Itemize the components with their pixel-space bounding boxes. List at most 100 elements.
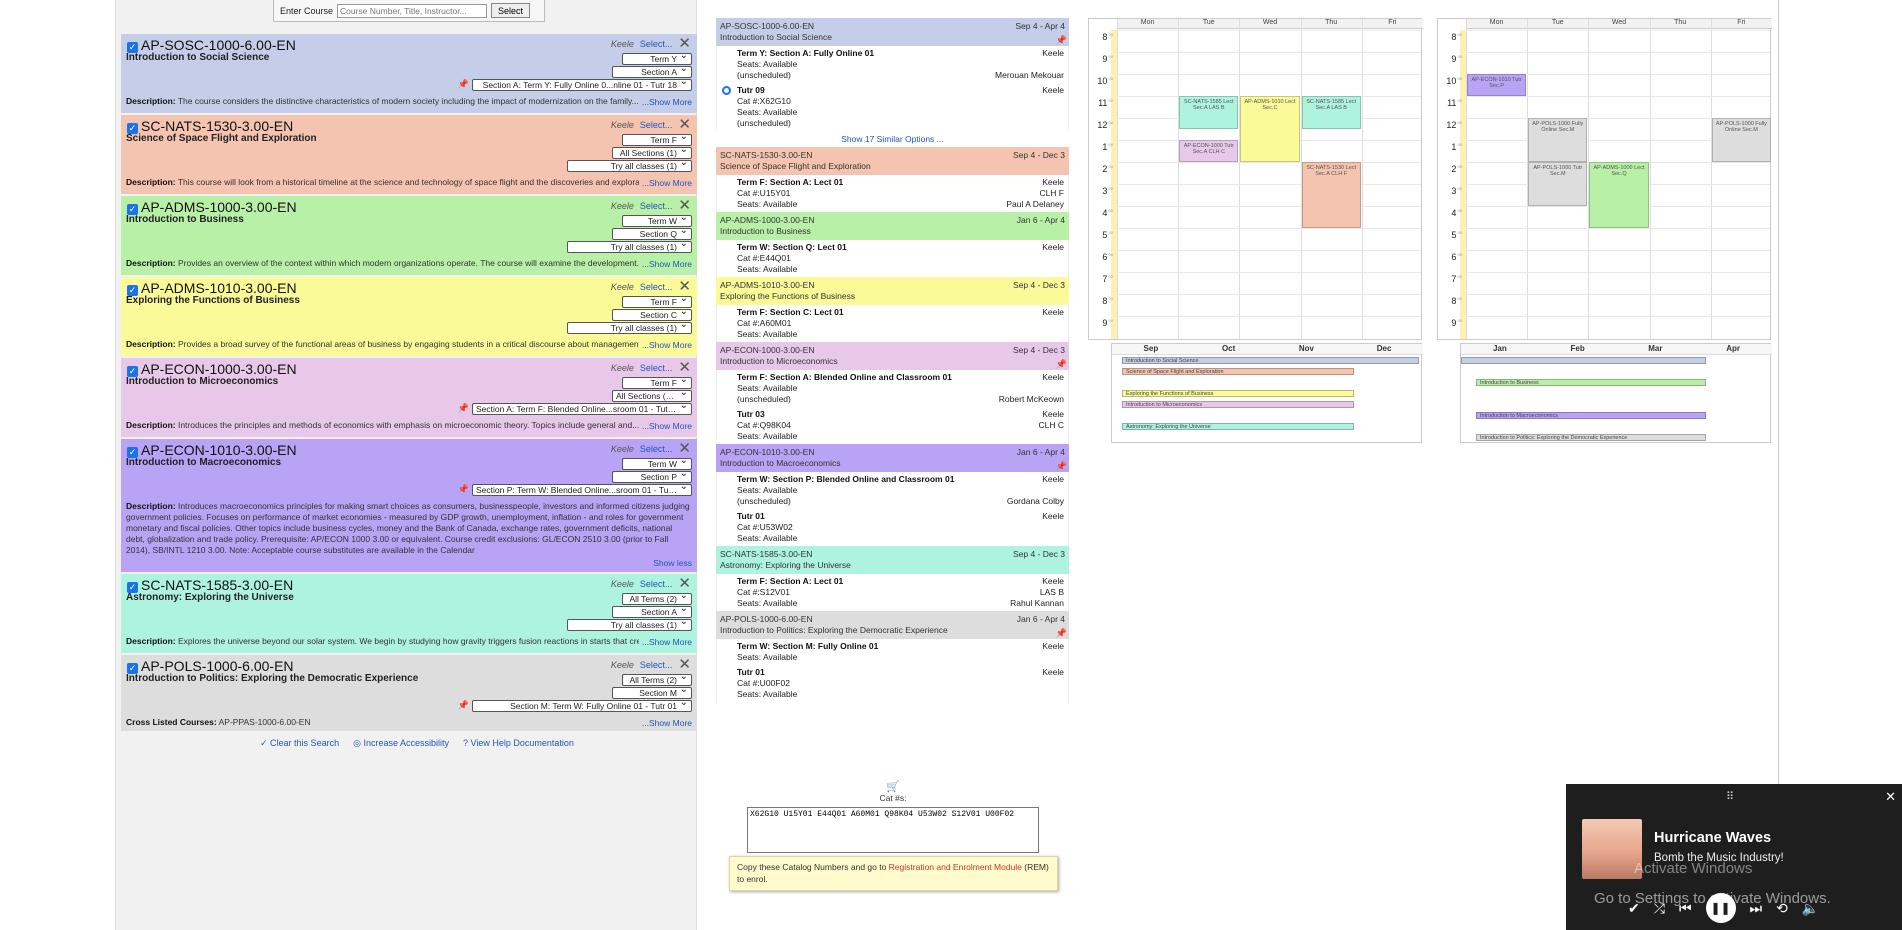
calendar-event[interactable]: AP-POLS-1000 Tutr Sec.M xyxy=(1528,162,1588,206)
remove-course-icon[interactable]: ✕ xyxy=(678,657,691,672)
location-text: Keele xyxy=(1042,85,1064,95)
section-name: Tutr 09 xyxy=(737,85,765,95)
close-icon[interactable]: ✕ xyxy=(1885,789,1896,805)
class-select[interactable]: Section A: Term F: Blended Online...sroo… xyxy=(472,403,692,415)
show-more-link[interactable]: ...Show More xyxy=(638,718,692,728)
section-location: Keele xyxy=(1042,242,1064,275)
show-more-link[interactable]: ...Show More xyxy=(638,97,692,107)
month-header: Nov xyxy=(1267,344,1346,355)
hour-label: 9 00 xyxy=(1102,54,1113,64)
show-similar-options[interactable]: Show 17 Similar Options ... xyxy=(716,131,1069,147)
course-card: ✓ AP-ADMS-1010-3.00-EN Exploring the Funct… xyxy=(121,277,697,356)
calendar-event[interactable]: AP-POLS-1000 Fully Online Sec.M xyxy=(1711,118,1771,162)
help-link[interactable]: ? View Help Documentation xyxy=(463,738,574,749)
course-checkbox[interactable]: ✓ xyxy=(127,447,138,458)
section-radio[interactable] xyxy=(722,86,731,95)
location-text: CLH C xyxy=(1038,420,1064,430)
section-select[interactable]: Section A xyxy=(612,66,692,78)
select-link[interactable]: Select... xyxy=(640,201,673,211)
select-link[interactable]: Select... xyxy=(640,363,673,373)
show-more-link[interactable]: ...Show More xyxy=(638,637,692,647)
section-select[interactable]: Section Q xyxy=(612,228,692,240)
calendar-event[interactable]: AP-ADMS-1000 Lect Sec.Q xyxy=(1589,162,1649,228)
hour-line xyxy=(1466,272,1770,273)
course-card: ✓ AP-ECON-1000-3.00-EN Introduction to Mic… xyxy=(121,358,697,437)
class-select[interactable]: Section P: Term W: Blended Online...sroo… xyxy=(472,484,692,496)
course-search-input[interactable] xyxy=(337,3,488,18)
term-select[interactable]: Term F xyxy=(622,134,692,146)
course-checkbox[interactable]: ✓ xyxy=(127,285,138,296)
class-select[interactable]: Try all classes (1) xyxy=(567,322,692,334)
term-select[interactable]: Term F xyxy=(622,296,692,308)
rem-link[interactable]: Registration and Enrolment Module xyxy=(889,862,1022,872)
campus-label: Keele xyxy=(610,362,634,373)
hour-line xyxy=(1117,316,1421,317)
select-link[interactable]: Select... xyxy=(640,660,673,670)
day-divider xyxy=(1710,19,1712,339)
select-link[interactable]: Select... xyxy=(640,120,673,130)
calendar-event[interactable]: SC-NATS-1585 Lect Sec.A LAS B xyxy=(1301,96,1361,129)
clear-search-link[interactable]: ✓ Clear this Search xyxy=(260,738,339,749)
class-select[interactable]: Section A: Term Y: Fully Online 0...nlin… xyxy=(472,79,692,91)
schedule-section-row: Tutr 09 Cat #:X62G10 Seats: Available (unsc… xyxy=(716,83,1069,131)
class-select[interactable]: Try all classes (1) xyxy=(567,619,692,631)
section-select[interactable]: Section P xyxy=(612,471,692,483)
class-select[interactable]: Section M: Term W: Fully Online 01 - Tut… xyxy=(472,700,692,712)
term-select[interactable]: Term W xyxy=(622,215,692,227)
select-link[interactable]: Select... xyxy=(640,282,673,292)
remove-course-icon[interactable]: ✕ xyxy=(678,117,691,132)
course-checkbox[interactable]: ✓ xyxy=(127,663,138,674)
calendar-event[interactable]: AP-ECON-1000 Tutr Sec.A CLH C xyxy=(1179,140,1239,162)
class-select[interactable]: Try all classes (1) xyxy=(567,160,692,172)
remove-course-icon[interactable]: ✕ xyxy=(678,360,691,375)
select-link[interactable]: Select... xyxy=(640,579,673,589)
course-checkbox[interactable]: ✓ xyxy=(127,582,138,593)
show-more-link[interactable]: ...Show More xyxy=(638,421,692,431)
calendar-event[interactable]: AP-ADMS-1010 Lect Sec.C xyxy=(1240,96,1300,162)
remove-course-icon[interactable]: ✕ xyxy=(678,576,691,591)
accessibility-link[interactable]: ◎ Increase Accessibility xyxy=(353,738,449,749)
select-link[interactable]: Select... xyxy=(640,444,673,454)
section-location: Keele xyxy=(1042,511,1064,544)
term-select[interactable]: All Terms (2) xyxy=(622,593,692,605)
calendar-event[interactable]: SC-NATS-1585 Lect Sec.A LAS B xyxy=(1179,96,1239,129)
schedule-course-header: AP-ADMS-1000-3.00-EN Introduction to Busi… xyxy=(716,212,1069,240)
select-link[interactable]: Select... xyxy=(640,39,673,49)
course-description: Description: The course considers the di… xyxy=(126,96,692,107)
section-select[interactable]: All Sections (11) xyxy=(612,390,692,402)
remove-course-icon[interactable]: ✕ xyxy=(678,36,691,51)
drag-handle-icon[interactable]: ⠿ xyxy=(1726,790,1734,803)
term-select[interactable]: Term Y xyxy=(622,53,692,65)
section-select[interactable]: Section M xyxy=(612,687,692,699)
remove-course-icon[interactable]: ✕ xyxy=(678,441,691,456)
hour-label: 2 00 xyxy=(1102,164,1113,174)
show-more-link[interactable]: ...Show More xyxy=(638,259,692,269)
section-select[interactable]: All Sections (1) xyxy=(612,147,692,159)
remove-course-icon[interactable]: ✕ xyxy=(678,279,691,294)
section-select[interactable]: Section A xyxy=(612,606,692,618)
show-more-link[interactable]: ...Show More xyxy=(638,340,692,350)
location-text xyxy=(1038,431,1064,442)
term-select[interactable]: All Terms (2) xyxy=(622,674,692,686)
show-more-link[interactable]: ...Show More xyxy=(638,178,692,188)
class-select[interactable]: Try all classes (1) xyxy=(567,241,692,253)
calendar-event[interactable]: AP-POLS-1000 Fully Online Sec.M xyxy=(1528,118,1588,162)
calendar-event[interactable]: AP-ECON-1010 Tutr Sec.P xyxy=(1467,74,1527,96)
course-checkbox[interactable]: ✓ xyxy=(127,366,138,377)
cart-label: Cat #s: xyxy=(879,793,907,803)
show-more-link[interactable]: Show less xyxy=(650,558,692,568)
course-checkbox[interactable]: ✓ xyxy=(127,204,138,215)
term-select[interactable]: Term W xyxy=(622,458,692,470)
hour-line xyxy=(1466,228,1770,229)
calendar-event[interactable]: SC-NATS-1530 Lect Sec.A CLH F xyxy=(1301,162,1361,228)
remove-course-icon[interactable]: ✕ xyxy=(678,198,691,213)
term-select[interactable]: Term F xyxy=(622,377,692,389)
course-checkbox[interactable]: ✓ xyxy=(127,42,138,53)
course-checkbox[interactable]: ✓ xyxy=(127,123,138,134)
location-text: Merouan Mekouar xyxy=(995,70,1064,80)
section-select[interactable]: Section C xyxy=(612,309,692,321)
select-button[interactable]: Select xyxy=(491,3,531,18)
hour-label: 7 00 xyxy=(1451,274,1462,284)
section-name: Tutr 01 xyxy=(737,667,765,677)
catalog-numbers-field[interactable] xyxy=(747,807,1039,853)
